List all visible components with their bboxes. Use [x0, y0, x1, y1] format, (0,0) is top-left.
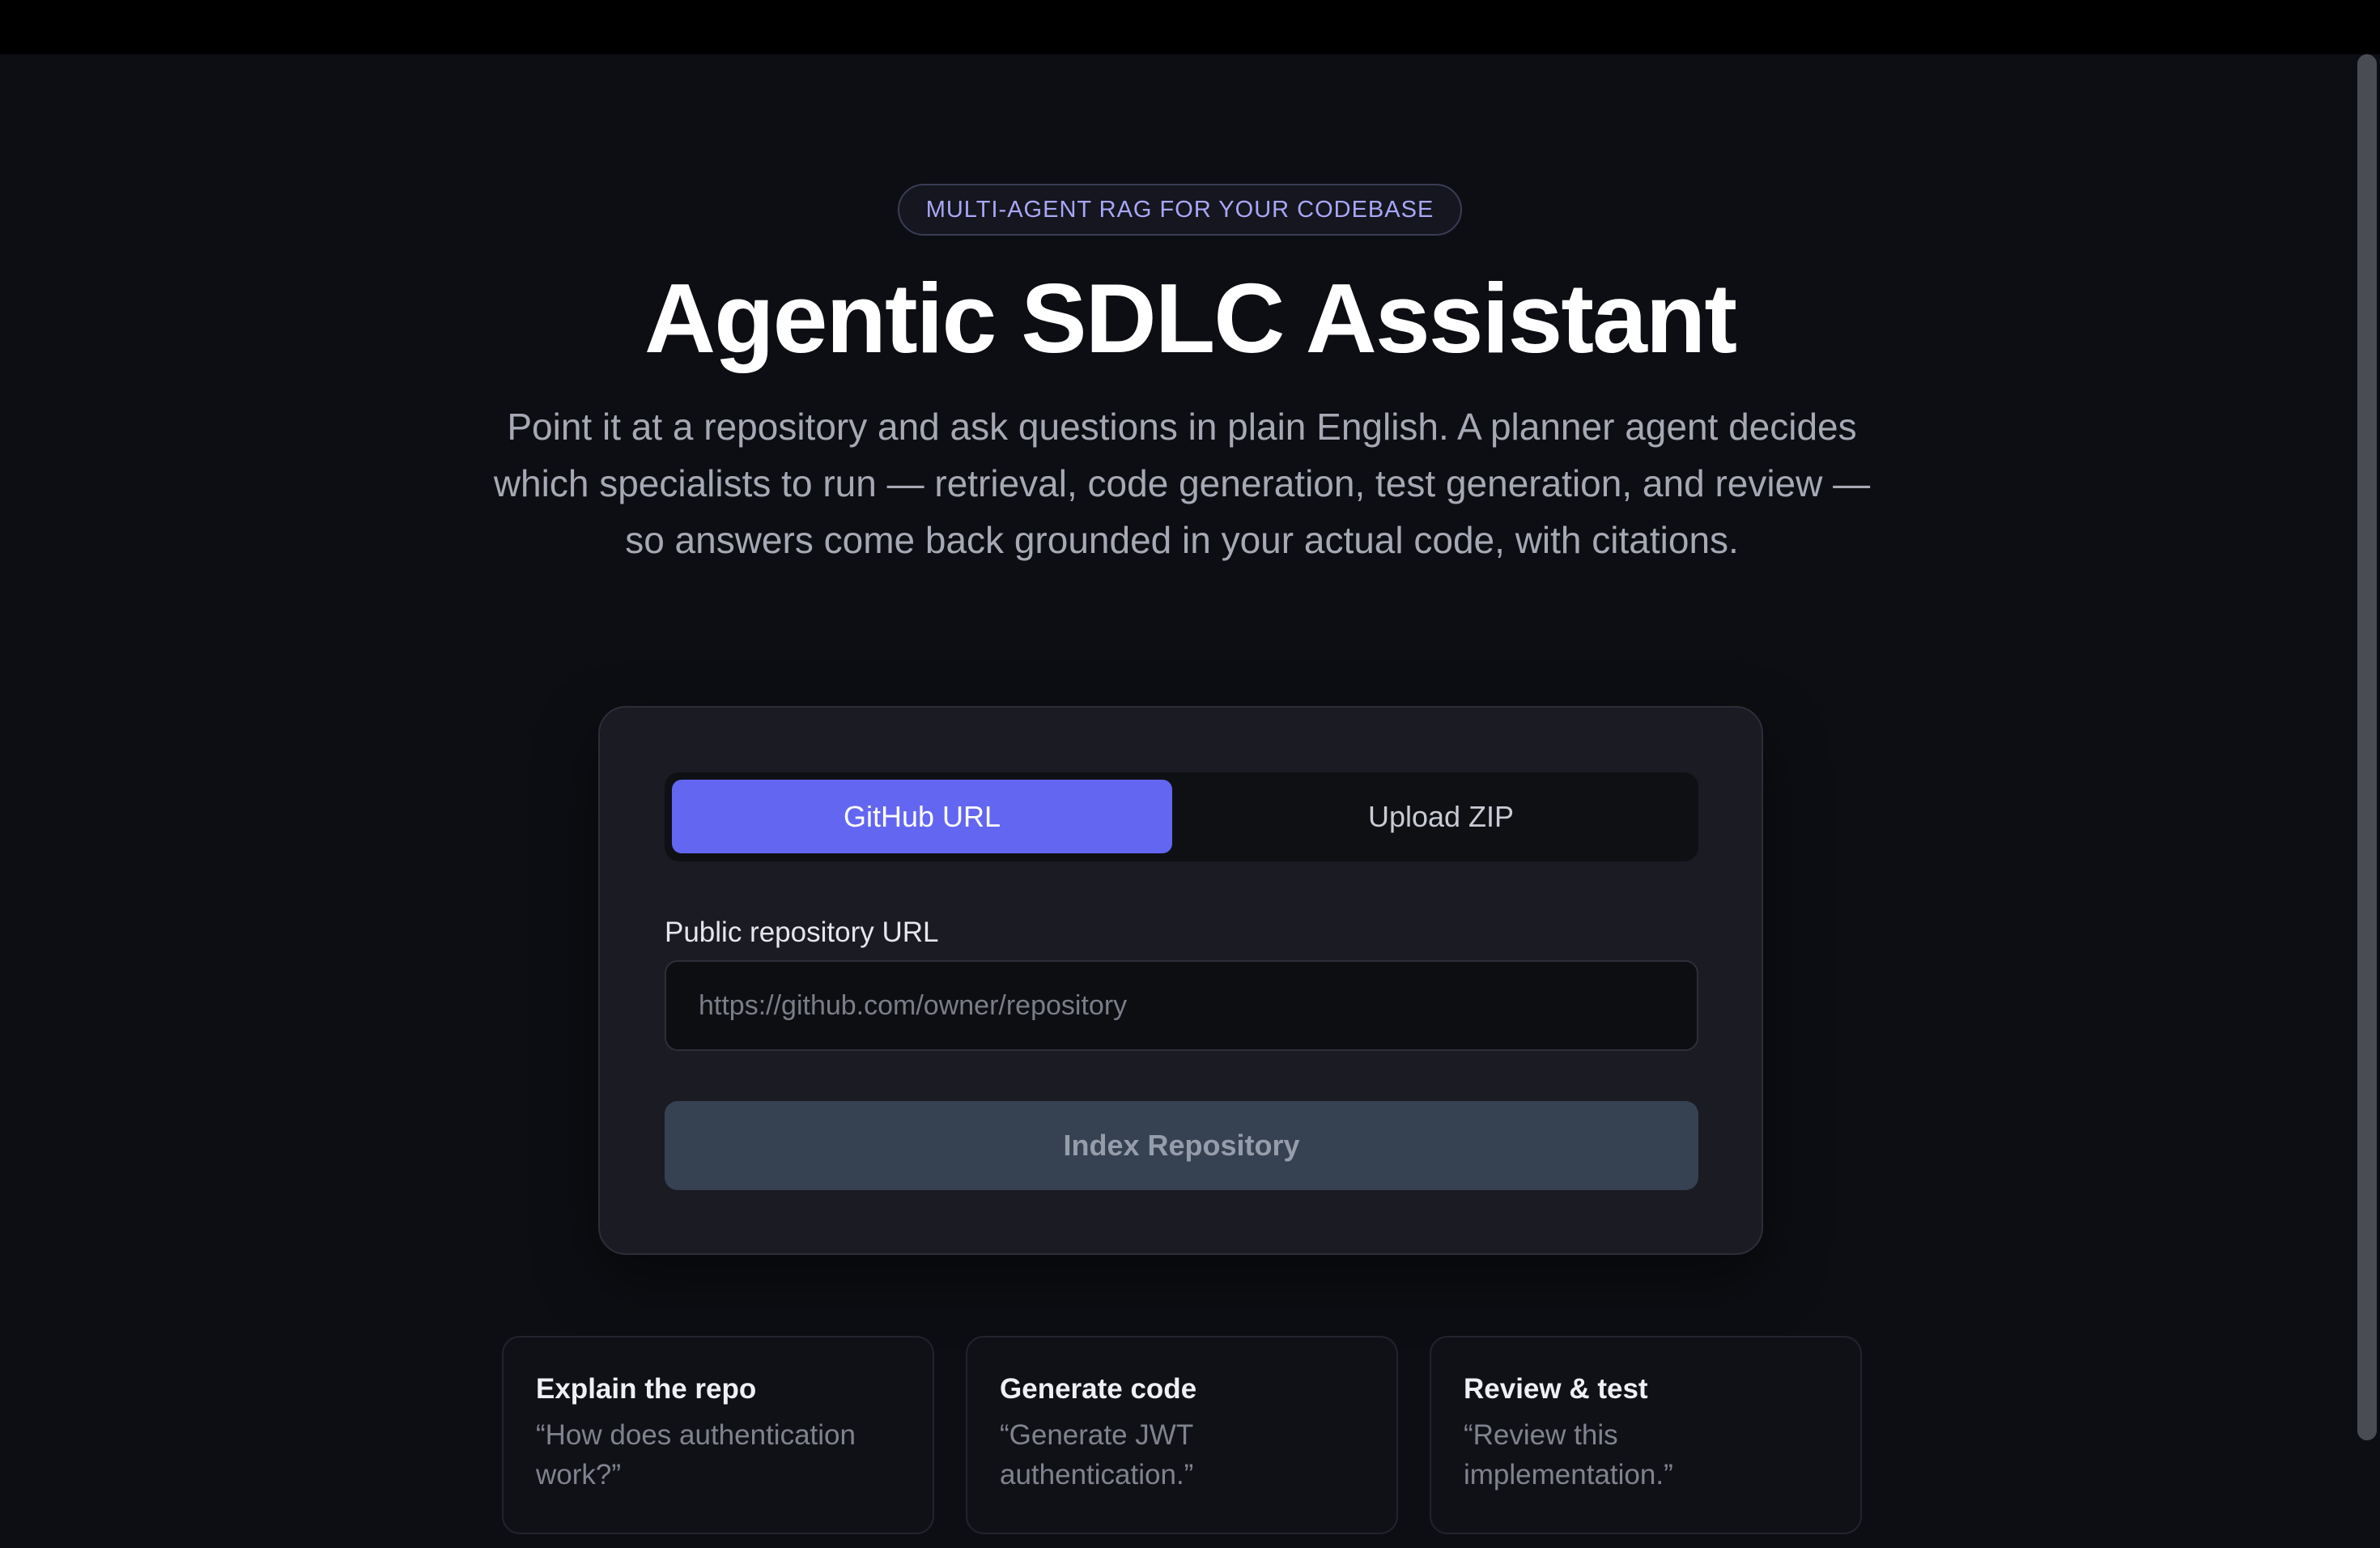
feature-card-review[interactable]: Review & test “Review this implementatio…	[1430, 1336, 1862, 1534]
hero-subtitle: Point it at a repository and ask questio…	[493, 406, 1871, 561]
feature-title: Explain the repo	[536, 1373, 757, 1405]
repository-source-card: GitHub URL Upload ZIP Public repository …	[598, 706, 1763, 1255]
feature-card-generate[interactable]: Generate code “Generate JWT authenticati…	[966, 1336, 1398, 1534]
page-title: Agentic SDLC Assistant	[644, 263, 1737, 373]
feature-card-explain[interactable]: Explain the repo “How does authenticatio…	[502, 1336, 934, 1534]
browser-top-bar	[0, 0, 2380, 54]
feature-example: “Generate JWT authentication.”	[1000, 1419, 1194, 1491]
hero-badge: MULTI-AGENT RAG FOR YOUR CODEBASE	[898, 184, 1462, 236]
feature-title: Review & test	[1464, 1373, 1648, 1405]
scrollbar-thumb[interactable]	[2357, 54, 2377, 1440]
repository-url-input[interactable]	[665, 960, 1698, 1051]
feature-example: “How does authentication work?”	[536, 1419, 856, 1491]
tab-github-url[interactable]: GitHub URL	[672, 780, 1172, 853]
feature-example: “Review this implementation.”	[1464, 1419, 1673, 1491]
feature-title: Generate code	[1000, 1373, 1197, 1405]
index-repository-button[interactable]: Index Repository	[665, 1101, 1698, 1190]
repository-url-label: Public repository URL	[665, 916, 939, 948]
source-tabs: GitHub URL Upload ZIP	[665, 772, 1698, 861]
tab-upload-zip[interactable]: Upload ZIP	[1191, 780, 1691, 853]
